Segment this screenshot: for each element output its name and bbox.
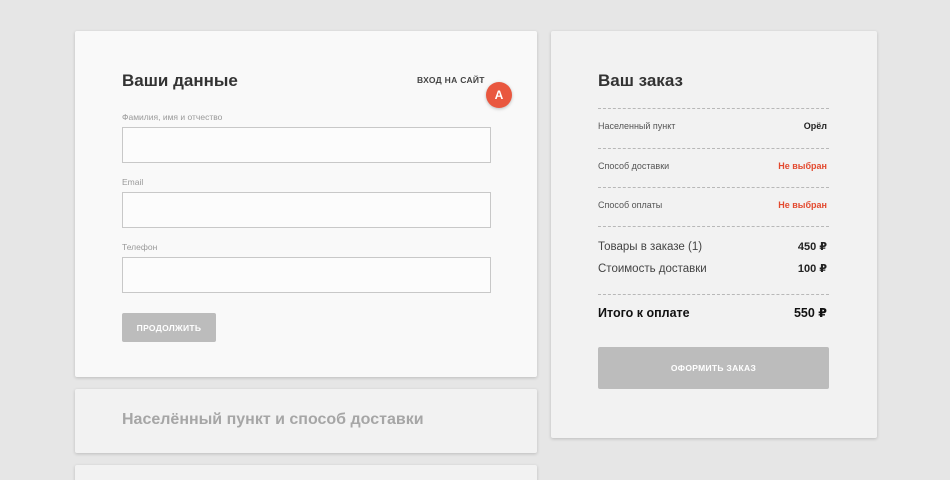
divider [598, 226, 829, 227]
cost-row: Товары в заказе (1) 450 ₽ [598, 240, 827, 254]
order-setting-row: Способ оплаты Не выбран [598, 200, 827, 210]
order-summary-title: Ваш заказ [598, 71, 683, 90]
items-cost-label: Товары в заказе (1) [598, 240, 703, 253]
order-setting-row: Населенный пункт Орёл [598, 121, 827, 131]
delivery-cost-value: 100 ₽ [797, 263, 827, 275]
delivery-section-card[interactable]: Населённый пункт и способ доставки [75, 389, 537, 453]
personal-details-card: Ваши данные ВХОД НА САЙТ › A Фамилия, им… [75, 31, 537, 377]
chevron-right-icon[interactable]: › [480, 74, 483, 85]
order-summary-card: Ваш заказ Населенный пункт Орёл Способ д… [551, 31, 877, 438]
city-value: Орёл [803, 121, 827, 131]
divider [598, 148, 829, 149]
login-link[interactable]: ВХОД НА САЙТ [417, 75, 485, 85]
delivery-section-title: Населённый пункт и способ доставки [122, 411, 424, 428]
next-section-card[interactable] [75, 465, 537, 480]
delivery-cost-label: Стоимость доставки [598, 262, 707, 275]
payment-method-value: Не выбран [778, 200, 827, 210]
phone-label: Телефон [122, 242, 158, 252]
items-cost-value: 450 ₽ [797, 241, 827, 253]
order-setting-row: Способ доставки Не выбран [598, 161, 827, 171]
phone-input[interactable] [122, 257, 491, 293]
city-label: Населенный пункт [598, 121, 676, 131]
email-label: Email [122, 177, 144, 187]
annotation-marker-a: A [486, 82, 512, 108]
full-name-label: Фамилия, имя и отчество [122, 112, 223, 122]
delivery-method-value: Не выбран [778, 161, 827, 171]
total-value: 550 ₽ [793, 306, 827, 320]
payment-method-label: Способ оплаты [598, 200, 663, 210]
personal-details-title: Ваши данные [122, 71, 238, 90]
divider [598, 294, 829, 295]
divider [598, 108, 829, 109]
full-name-input[interactable] [122, 127, 491, 163]
checkout-page: Ваши данные ВХОД НА САЙТ › A Фамилия, им… [0, 0, 950, 480]
continue-button[interactable]: ПРОДОЛЖИТЬ [122, 313, 216, 342]
total-label: Итого к оплате [598, 305, 690, 320]
email-input[interactable] [122, 192, 491, 228]
cost-row: Стоимость доставки 100 ₽ [598, 262, 827, 276]
checkout-button[interactable]: ОФОРМИТЬ ЗАКАЗ [598, 347, 829, 389]
total-row: Итого к оплате 550 ₽ [598, 305, 827, 321]
delivery-method-label: Способ доставки [598, 161, 670, 171]
divider [598, 187, 829, 188]
